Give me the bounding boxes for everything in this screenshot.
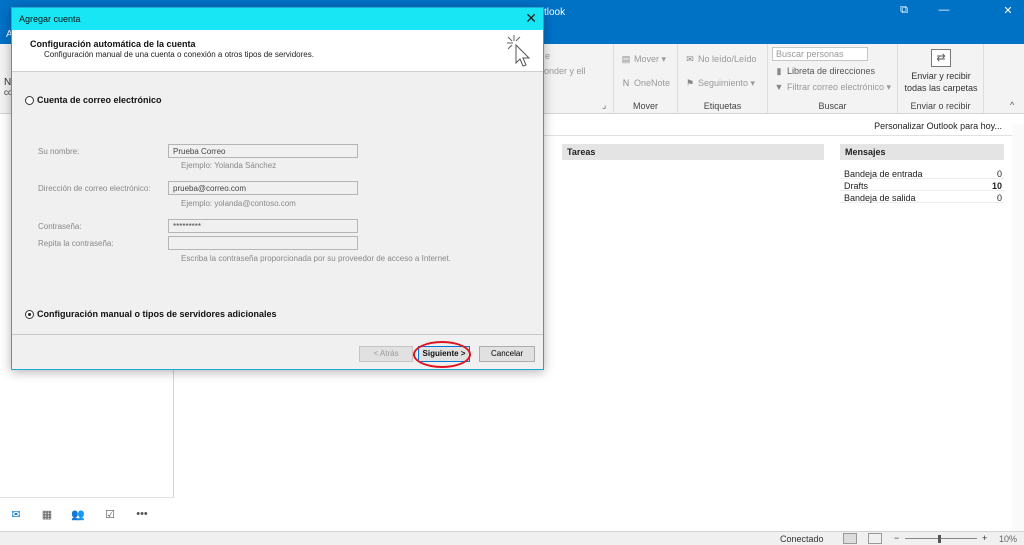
mail-icon[interactable]: ✉: [4, 508, 28, 521]
email-hint: Ejemplo: yolanda@contoso.com: [181, 199, 296, 208]
dialog-header-title: Configuración automática de la cuenta: [30, 39, 196, 49]
onenote-button[interactable]: N OneNote: [620, 78, 670, 88]
message-folder-count: 0: [996, 193, 1002, 203]
status-bar: Conectado − + 10%: [0, 531, 1024, 545]
message-folder-name: Bandeja de entrada: [844, 169, 923, 179]
ribbon-group-move: ▤ Mover ▾ N OneNote Mover: [614, 44, 678, 114]
more-icon[interactable]: •••: [130, 508, 154, 520]
followup-button[interactable]: ⚑ Seguimiento ▾: [684, 78, 755, 89]
back-button[interactable]: < Atrás: [359, 346, 413, 362]
customize-outlook-today-link[interactable]: Personalizar Outlook para hoy...: [874, 121, 1002, 131]
reading-view-icon[interactable]: [868, 533, 882, 544]
envelope-icon: ✉: [686, 54, 694, 64]
ribbon-group-respond: ⌟: [544, 44, 614, 114]
password-label: Contraseña:: [38, 222, 82, 231]
collapse-ribbon-icon[interactable]: ^: [1010, 100, 1014, 110]
manual-config-option[interactable]: Configuración manual o tipos de servidor…: [25, 309, 277, 319]
zoom-slider[interactable]: [905, 538, 977, 539]
name-field[interactable]: Prueba Correo: [168, 144, 358, 158]
message-folder-count: 0: [996, 169, 1002, 179]
normal-view-icon[interactable]: [843, 533, 857, 544]
message-folder-name: Drafts: [844, 181, 869, 191]
email-account-option-label: Cuenta de correo electrónico: [37, 95, 162, 105]
message-row-inbox[interactable]: Bandeja de entrada 0: [840, 167, 1004, 179]
group-label-tags: Etiquetas: [703, 101, 742, 111]
messages-panel: Mensajes Bandeja de entrada 0 Drafts 10 …: [840, 144, 1004, 203]
dialog-close-icon[interactable]: ✕: [525, 10, 537, 27]
send-receive-icon: ⇄: [931, 49, 951, 67]
people-icon[interactable]: 👥: [66, 508, 90, 521]
dialog-title: Agregar cuenta: [19, 14, 81, 24]
email-account-radio[interactable]: [25, 95, 34, 105]
name-hint: Ejemplo: Yolanda Sánchez: [181, 161, 277, 170]
message-row-outbox[interactable]: Bandeja de salida 0: [840, 191, 1004, 203]
email-field[interactable]: prueba@correo.com: [168, 181, 358, 195]
cursor-sparkle-icon: [507, 35, 531, 67]
filter-email-button[interactable]: ▼ Filtrar correo electrónico ▾: [773, 82, 892, 93]
email-label: Dirección de correo electrónico:: [38, 184, 151, 193]
search-people-input[interactable]: Buscar personas: [772, 47, 868, 61]
zoom-in-icon[interactable]: +: [982, 533, 987, 543]
message-folder-count: 10: [991, 181, 1002, 191]
manual-config-option-label: Configuración manual o tipos de servidor…: [37, 309, 277, 319]
zoom-out-icon[interactable]: −: [894, 533, 899, 543]
tasks-icon[interactable]: ☑: [98, 508, 122, 521]
dialog-title-bar: Agregar cuenta ✕: [12, 8, 543, 30]
address-book-button[interactable]: ▮ Libreta de direcciones: [773, 66, 876, 77]
message-folder-name: Bandeja de salida: [844, 193, 916, 203]
name-label: Su nombre:: [38, 147, 80, 156]
group-label-move: Mover: [632, 101, 658, 111]
close-icon[interactable]: ✕: [996, 4, 1020, 17]
funnel-icon: ▼: [774, 82, 784, 92]
flag-icon: ⚑: [685, 78, 695, 88]
messages-title: Mensajes: [840, 144, 1004, 160]
move-button[interactable]: ▤ Mover ▾: [620, 54, 666, 65]
calendar-icon[interactable]: ▦: [35, 508, 59, 521]
tasks-title: Tareas: [562, 144, 824, 160]
repeat-password-label: Repita la contraseña:: [38, 239, 114, 248]
group-label-find: Buscar: [818, 101, 847, 111]
send-receive-all-button[interactable]: ⇄ Enviar y recibir todas las carpetas: [904, 49, 978, 94]
ribbon-group-tags: ✉ No leído/Leído ⚑ Seguimiento ▾ Etiquetas: [678, 44, 768, 114]
send-receive-line2: todas las carpetas: [904, 83, 978, 93]
onenote-icon: N: [622, 78, 630, 88]
zoom-level[interactable]: 10%: [999, 534, 1017, 544]
tasks-panel: Tareas: [562, 144, 824, 160]
window-title: tlook: [544, 7, 566, 18]
email-account-option[interactable]: Cuenta de correo electrónico: [25, 95, 162, 105]
repeat-password-field[interactable]: [168, 236, 358, 250]
add-account-dialog: Agregar cuenta ✕ Configuración automátic…: [11, 7, 544, 370]
password-hint: Escriba la contraseña proporcionada por …: [181, 254, 451, 263]
password-field[interactable]: *********: [168, 219, 358, 233]
send-receive-line1: Enviar y recibir: [911, 71, 971, 81]
minimize-icon[interactable]: —: [932, 4, 956, 16]
next-button[interactable]: Siguiente >: [418, 346, 470, 362]
restore-icon[interactable]: ⧉: [892, 4, 916, 17]
dialog-header-subtitle: Configuración manual de una cuenta o con…: [44, 50, 314, 59]
manual-config-radio[interactable]: [25, 309, 34, 319]
connection-status: Conectado: [780, 534, 824, 544]
message-row-drafts[interactable]: Drafts 10: [840, 179, 1004, 191]
move-icon: ▤: [621, 54, 631, 64]
unread-read-button[interactable]: ✉ No leído/Leído: [684, 54, 756, 65]
dialog-header: Configuración automática de la cuenta Co…: [12, 30, 543, 72]
vertical-scrollbar[interactable]: [1012, 124, 1024, 531]
cancel-button[interactable]: Cancelar: [479, 346, 535, 362]
book-icon: ▮: [776, 66, 782, 76]
dialog-footer-divider: [12, 334, 543, 335]
dialog-launcher-icon[interactable]: ⌟: [602, 100, 606, 111]
zoom-slider-thumb[interactable]: [938, 535, 941, 543]
navigation-bar: ✉ ▦ 👥 ☑ •••: [0, 497, 174, 531]
group-label-sendrecv: Enviar o recibir: [910, 101, 971, 111]
